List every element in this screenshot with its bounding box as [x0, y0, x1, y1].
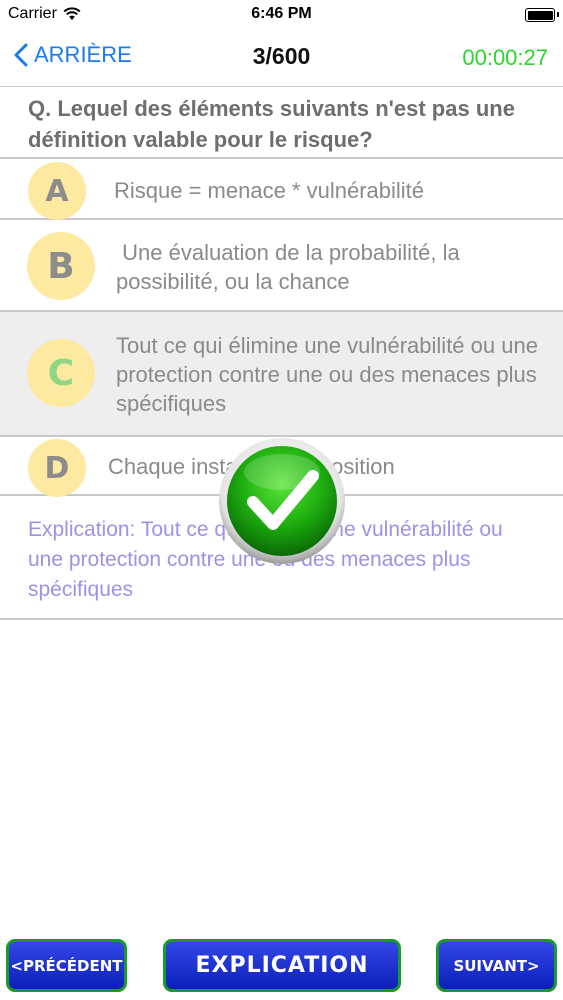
option-a-text: Risque = menace * vulnérabilité	[114, 178, 425, 203]
previous-button[interactable]: <PRÉCÉDENT	[6, 939, 127, 992]
battery-icon	[525, 8, 559, 22]
option-b-badge: B	[27, 232, 95, 300]
timer: 00:00:27	[462, 45, 548, 70]
option-c-text: Tout ce qui élimine une vulnérabilité ou…	[116, 333, 538, 416]
explanation-button[interactable]: EXPLICATION	[163, 939, 401, 992]
next-button[interactable]: SUIVANT>	[436, 939, 557, 992]
nav-bar: ARRIÈRE 3/600 00:00:27	[0, 30, 563, 87]
option-b[interactable]: B Une évaluation de la probabilité, la p…	[0, 220, 563, 312]
option-a-badge: A	[28, 162, 86, 220]
question-text: Q. Lequel des éléments suivants n'est pa…	[0, 87, 563, 159]
option-c[interactable]: C Tout ce qui élimine une vulnérabilité …	[0, 312, 563, 437]
status-time: 6:46 PM	[251, 5, 312, 22]
option-b-text: Une évaluation de la probabilité, la pos…	[116, 240, 466, 294]
status-bar: Carrier 6:46 PM	[0, 0, 563, 30]
option-a[interactable]: A Risque = menace * vulnérabilité	[0, 161, 563, 220]
option-d-badge: D	[28, 439, 86, 497]
option-c-badge: C	[27, 339, 95, 407]
check-circle-icon	[219, 438, 345, 564]
